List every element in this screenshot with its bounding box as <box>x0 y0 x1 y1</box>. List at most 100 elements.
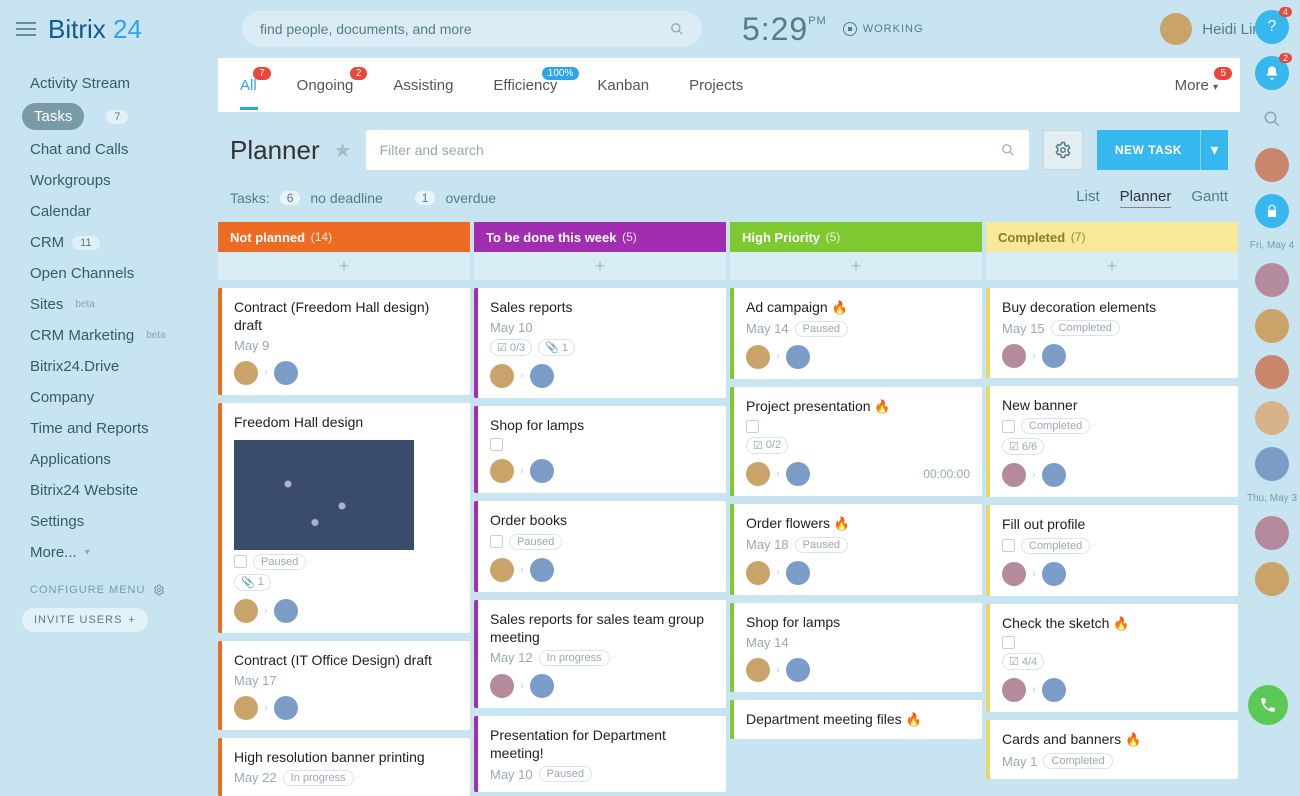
rail-search-button[interactable] <box>1255 102 1289 136</box>
contact-avatar[interactable] <box>1255 516 1289 550</box>
sidebar-item-website[interactable]: Bitrix24 Website <box>0 475 218 506</box>
tab-projects[interactable]: Projects <box>689 77 743 94</box>
sidebar-item-apps[interactable]: Applications <box>0 444 218 475</box>
task-card[interactable]: Sales reports for sales team group meeti… <box>474 600 726 708</box>
notifications-button[interactable]: 2 <box>1255 56 1289 90</box>
work-status[interactable]: WORKING <box>843 22 924 36</box>
task-card[interactable]: Buy decoration elements May 15Completed … <box>986 288 1238 378</box>
task-card[interactable]: Presentation for Department meeting! May… <box>474 716 726 792</box>
left-sidebar: Activity Stream Tasks 7 Chat and Calls W… <box>0 58 218 737</box>
sidebar-item-chat[interactable]: Chat and Calls <box>0 134 218 165</box>
task-card[interactable]: Shop for lamps › <box>474 406 726 493</box>
column-high-priority: High Priority (5) + Ad campaign 🔥 May 14… <box>730 222 982 796</box>
contact-avatar[interactable] <box>1255 447 1289 481</box>
task-card[interactable]: Contract (Freedom Hall design) draft May… <box>218 288 470 395</box>
tab-assisting[interactable]: Assisting <box>393 77 453 94</box>
settings-button[interactable] <box>1043 130 1083 170</box>
column-header[interactable]: High Priority (5) <box>730 222 982 252</box>
help-button[interactable]: ?4 <box>1255 10 1289 44</box>
kanban-board: Not planned (14) + Contract (Freedom Hal… <box>218 222 1240 796</box>
filter-input[interactable]: Filter and search <box>366 130 1029 170</box>
tab-efficiency[interactable]: Efficiency100% <box>493 77 557 94</box>
sidebar-item-activity[interactable]: Activity Stream <box>0 68 218 99</box>
card-image <box>234 440 414 550</box>
tasks-count-badge: 7 <box>106 110 128 124</box>
fire-icon: 🔥 <box>1125 732 1141 747</box>
sidebar-item-calendar[interactable]: Calendar <box>0 196 218 227</box>
search-icon <box>1263 110 1281 128</box>
invite-users-button[interactable]: INVITE USERS+ <box>22 608 148 632</box>
task-card[interactable]: New banner Completed ☑ 6/6 › <box>986 386 1238 497</box>
avatar <box>1160 13 1192 45</box>
star-icon[interactable]: ★ <box>334 138 352 163</box>
task-card[interactable]: Department meeting files 🔥 <box>730 700 982 739</box>
task-card[interactable]: Order flowers 🔥 May 18Paused › <box>730 504 982 595</box>
task-card[interactable]: Sales reports May 10 ☑ 0/3📎 1 › <box>474 288 726 398</box>
view-gantt[interactable]: Gantt <box>1191 188 1228 208</box>
contact-avatar[interactable] <box>1255 401 1289 435</box>
column-header[interactable]: Not planned (14) <box>218 222 470 252</box>
overdue-count[interactable]: 1 <box>415 191 436 205</box>
task-card[interactable]: High resolution banner printing May 22In… <box>218 738 470 796</box>
clock-icon <box>843 22 857 36</box>
sidebar-item-workgroups[interactable]: Workgroups <box>0 165 218 196</box>
add-card-button[interactable]: + <box>730 252 982 280</box>
task-card[interactable]: Order books Paused › <box>474 501 726 591</box>
contact-avatar[interactable] <box>1255 355 1289 389</box>
contact-avatar[interactable] <box>1255 148 1289 182</box>
configure-menu[interactable]: CONFIGURE MENU <box>0 568 218 604</box>
tab-kanban[interactable]: Kanban <box>597 77 649 94</box>
sidebar-item-channels[interactable]: Open Channels <box>0 258 218 289</box>
tab-all[interactable]: All7 <box>240 77 257 94</box>
sidebar-item-crm-marketing[interactable]: CRM Marketingbeta <box>0 320 218 351</box>
new-task-dropdown[interactable]: ▾ <box>1200 130 1228 170</box>
right-rail: ?4 2 Fri, May 4 Thu, May 3 <box>1244 6 1300 737</box>
plus-icon: + <box>128 614 135 626</box>
fire-icon: 🔥 <box>834 516 850 531</box>
logo[interactable]: Bitrix 24 <box>48 14 142 45</box>
new-task-button-group: NEW TASK ▾ <box>1097 130 1228 170</box>
sidebar-item-settings[interactable]: Settings <box>0 506 218 537</box>
tab-more[interactable]: More ▾5 <box>1175 77 1218 94</box>
lock-button[interactable] <box>1255 194 1289 228</box>
contact-avatar[interactable] <box>1255 263 1289 297</box>
task-card[interactable]: Ad campaign 🔥 May 14Paused › <box>730 288 982 379</box>
new-task-button[interactable]: NEW TASK <box>1097 130 1200 170</box>
column-header[interactable]: To be done this week (5) <box>474 222 726 252</box>
sidebar-item-more[interactable]: More... ▾ <box>0 537 218 568</box>
sidebar-item-time[interactable]: Time and Reports <box>0 413 218 444</box>
task-card[interactable]: Project presentation 🔥 ☑ 0/2 ›00:00:00 <box>730 387 982 496</box>
task-card[interactable]: Contract (IT Office Design) draft May 17… <box>218 641 470 730</box>
sidebar-item-company[interactable]: Company <box>0 382 218 413</box>
menu-toggle-icon[interactable] <box>16 22 36 36</box>
sidebar-item-sites[interactable]: Sitesbeta <box>0 289 218 320</box>
view-planner[interactable]: Planner <box>1120 188 1172 208</box>
sidebar-item-tasks[interactable]: Tasks <box>22 103 84 130</box>
add-card-button[interactable]: + <box>474 252 726 280</box>
tab-ongoing[interactable]: Ongoing2 <box>297 77 354 94</box>
chevron-down-icon: ▾ <box>85 547 90 558</box>
page-title: Planner <box>230 135 320 166</box>
fire-icon: 🔥 <box>874 399 890 414</box>
task-card[interactable]: Fill out profile Completed › <box>986 505 1238 595</box>
contact-avatar[interactable] <box>1255 562 1289 596</box>
add-card-button[interactable]: + <box>218 252 470 280</box>
view-list[interactable]: List <box>1076 188 1099 208</box>
contact-avatar[interactable] <box>1255 309 1289 343</box>
filter-placeholder: Filter and search <box>380 142 484 158</box>
title-row: Planner ★ Filter and search NEW TASK ▾ <box>218 112 1240 182</box>
task-card[interactable]: Freedom Hall design Paused 📎 1 › <box>218 403 470 632</box>
add-card-button[interactable]: + <box>986 252 1238 280</box>
sidebar-item-crm[interactable]: CRM11 <box>0 227 218 258</box>
calendar-icon <box>490 438 503 451</box>
task-card[interactable]: Cards and banners 🔥 May 1Completed <box>986 720 1238 779</box>
column-header[interactable]: Completed (7) <box>986 222 1238 252</box>
task-card[interactable]: Check the sketch 🔥 ☑ 4/4 › <box>986 604 1238 713</box>
call-button[interactable] <box>1248 685 1288 725</box>
global-search-input[interactable]: find people, documents, and more <box>242 11 702 47</box>
calendar-icon <box>1002 420 1015 433</box>
task-card[interactable]: Shop for lamps May 14 › <box>730 603 982 692</box>
fire-icon: 🔥 <box>832 300 848 315</box>
sidebar-item-drive[interactable]: Bitrix24.Drive <box>0 351 218 382</box>
no-deadline-count[interactable]: 6 <box>280 191 301 205</box>
